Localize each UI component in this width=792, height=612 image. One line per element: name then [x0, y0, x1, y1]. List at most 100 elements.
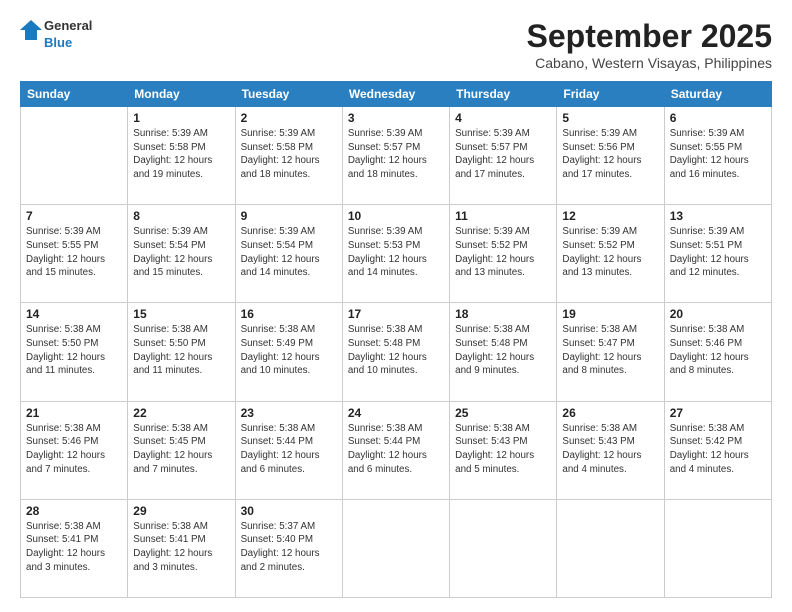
day-info: Sunrise: 5:39 AM Sunset: 5:54 PM Dayligh… — [241, 225, 337, 280]
day-info: Sunrise: 5:38 AM Sunset: 5:50 PM Dayligh… — [26, 323, 122, 378]
day-number: 26 — [562, 406, 658, 420]
day-info: Sunrise: 5:38 AM Sunset: 5:46 PM Dayligh… — [670, 323, 766, 378]
day-info: Sunrise: 5:39 AM Sunset: 5:51 PM Dayligh… — [670, 225, 766, 280]
day-cell — [557, 499, 664, 597]
day-info: Sunrise: 5:38 AM Sunset: 5:49 PM Dayligh… — [241, 323, 337, 378]
week-row-3: 14Sunrise: 5:38 AM Sunset: 5:50 PM Dayli… — [21, 303, 772, 401]
day-cell: 30 Sunrise: 5:37 AM Sunset: 5:40 PM Dayli… — [235, 499, 342, 597]
day-number: 3 — [348, 111, 444, 125]
day-info: Sunrise: 5:38 AM Sunset: 5:50 PM Dayligh… — [133, 323, 229, 378]
day-cell — [450, 499, 557, 597]
day-number: 2 — [241, 111, 337, 125]
col-header-saturday: Saturday — [664, 82, 771, 107]
day-cell — [21, 107, 128, 205]
day-cell: 12Sunrise: 5:39 AM Sunset: 5:52 PM Dayli… — [557, 205, 664, 303]
day-number: 16 — [241, 307, 337, 321]
day-cell: 21 Sunrise: 5:38 AM Sunset: 5:46 PM Dayli… — [21, 401, 128, 499]
day-cell: 16 Sunrise: 5:38 AM Sunset: 5:49 PM Dayli… — [235, 303, 342, 401]
day-number: 1 — [133, 111, 229, 125]
day-info: Sunrise: 5:39 AM Sunset: 5:53 PM Dayligh… — [348, 225, 444, 280]
day-cell: 28Sunrise: 5:38 AM Sunset: 5:41 PM Dayli… — [21, 499, 128, 597]
day-info: Sunrise: 5:38 AM Sunset: 5:48 PM Dayligh… — [455, 323, 551, 378]
day-number: 10 — [348, 209, 444, 223]
day-number: 30 — [241, 504, 337, 518]
day-info: Sunrise: 5:39 AM Sunset: 5:55 PM Dayligh… — [26, 225, 122, 280]
logo: General Blue — [20, 18, 92, 52]
col-header-tuesday: Tuesday — [235, 82, 342, 107]
day-cell: 22Sunrise: 5:38 AM Sunset: 5:45 PM Dayli… — [128, 401, 235, 499]
day-cell: 11 Sunrise: 5:39 AM Sunset: 5:52 PM Dayli… — [450, 205, 557, 303]
week-row-1: 1 Sunrise: 5:39 AM Sunset: 5:58 PM Daylig… — [21, 107, 772, 205]
day-info: Sunrise: 5:39 AM Sunset: 5:54 PM Dayligh… — [133, 225, 229, 280]
day-number: 23 — [241, 406, 337, 420]
day-cell — [342, 499, 449, 597]
calendar-header-row: SundayMondayTuesdayWednesdayThursdayFrid… — [21, 82, 772, 107]
day-cell: 1 Sunrise: 5:39 AM Sunset: 5:58 PM Daylig… — [128, 107, 235, 205]
day-number: 9 — [241, 209, 337, 223]
day-info: Sunrise: 5:38 AM Sunset: 5:44 PM Dayligh… — [348, 422, 444, 477]
day-info: Sunrise: 5:39 AM Sunset: 5:57 PM Dayligh… — [455, 127, 551, 182]
day-cell: 4 Sunrise: 5:39 AM Sunset: 5:57 PM Daylig… — [450, 107, 557, 205]
day-info: Sunrise: 5:38 AM Sunset: 5:45 PM Dayligh… — [133, 422, 229, 477]
location: Cabano, Western Visayas, Philippines — [527, 55, 772, 71]
day-cell: 10 Sunrise: 5:39 AM Sunset: 5:53 PM Dayli… — [342, 205, 449, 303]
day-number: 29 — [133, 504, 229, 518]
day-cell: 20 Sunrise: 5:38 AM Sunset: 5:46 PM Dayli… — [664, 303, 771, 401]
day-cell: 26 Sunrise: 5:38 AM Sunset: 5:43 PM Dayli… — [557, 401, 664, 499]
day-info: Sunrise: 5:38 AM Sunset: 5:44 PM Dayligh… — [241, 422, 337, 477]
col-header-sunday: Sunday — [21, 82, 128, 107]
week-row-5: 28Sunrise: 5:38 AM Sunset: 5:41 PM Dayli… — [21, 499, 772, 597]
day-cell: 9 Sunrise: 5:39 AM Sunset: 5:54 PM Daylig… — [235, 205, 342, 303]
day-cell: 2 Sunrise: 5:39 AM Sunset: 5:58 PM Daylig… — [235, 107, 342, 205]
day-cell: 8 Sunrise: 5:39 AM Sunset: 5:54 PM Daylig… — [128, 205, 235, 303]
day-cell: 17 Sunrise: 5:38 AM Sunset: 5:48 PM Dayli… — [342, 303, 449, 401]
day-cell: 24Sunrise: 5:38 AM Sunset: 5:44 PM Dayli… — [342, 401, 449, 499]
day-info: Sunrise: 5:38 AM Sunset: 5:42 PM Dayligh… — [670, 422, 766, 477]
day-cell: 7 Sunrise: 5:39 AM Sunset: 5:55 PM Daylig… — [21, 205, 128, 303]
day-info: Sunrise: 5:38 AM Sunset: 5:43 PM Dayligh… — [455, 422, 551, 477]
logo-general-text: General — [44, 18, 92, 35]
header: General Blue September 2025 Cabano, West… — [20, 18, 772, 71]
day-number: 8 — [133, 209, 229, 223]
day-info: Sunrise: 5:38 AM Sunset: 5:41 PM Dayligh… — [133, 520, 229, 575]
col-header-wednesday: Wednesday — [342, 82, 449, 107]
month-title: September 2025 — [527, 18, 772, 55]
col-header-monday: Monday — [128, 82, 235, 107]
day-number: 7 — [26, 209, 122, 223]
day-info: Sunrise: 5:38 AM Sunset: 5:43 PM Dayligh… — [562, 422, 658, 477]
day-info: Sunrise: 5:39 AM Sunset: 5:58 PM Dayligh… — [133, 127, 229, 182]
day-info: Sunrise: 5:39 AM Sunset: 5:58 PM Dayligh… — [241, 127, 337, 182]
day-cell: 13 Sunrise: 5:39 AM Sunset: 5:51 PM Dayli… — [664, 205, 771, 303]
day-info: Sunrise: 5:38 AM Sunset: 5:47 PM Dayligh… — [562, 323, 658, 378]
day-cell: 27Sunrise: 5:38 AM Sunset: 5:42 PM Dayli… — [664, 401, 771, 499]
col-header-friday: Friday — [557, 82, 664, 107]
day-cell: 25Sunrise: 5:38 AM Sunset: 5:43 PM Dayli… — [450, 401, 557, 499]
day-info: Sunrise: 5:39 AM Sunset: 5:52 PM Dayligh… — [455, 225, 551, 280]
day-info: Sunrise: 5:38 AM Sunset: 5:48 PM Dayligh… — [348, 323, 444, 378]
day-cell: 29 Sunrise: 5:38 AM Sunset: 5:41 PM Dayli… — [128, 499, 235, 597]
day-number: 21 — [26, 406, 122, 420]
week-row-4: 21 Sunrise: 5:38 AM Sunset: 5:46 PM Dayli… — [21, 401, 772, 499]
day-number: 20 — [670, 307, 766, 321]
day-cell: 14Sunrise: 5:38 AM Sunset: 5:50 PM Dayli… — [21, 303, 128, 401]
day-info: Sunrise: 5:39 AM Sunset: 5:52 PM Dayligh… — [562, 225, 658, 280]
day-number: 5 — [562, 111, 658, 125]
day-number: 11 — [455, 209, 551, 223]
day-cell: 19 Sunrise: 5:38 AM Sunset: 5:47 PM Dayli… — [557, 303, 664, 401]
day-cell: 23 Sunrise: 5:38 AM Sunset: 5:44 PM Dayli… — [235, 401, 342, 499]
calendar-table: SundayMondayTuesdayWednesdayThursdayFrid… — [20, 81, 772, 598]
day-info: Sunrise: 5:39 AM Sunset: 5:57 PM Dayligh… — [348, 127, 444, 182]
day-cell: 6Sunrise: 5:39 AM Sunset: 5:55 PM Daylig… — [664, 107, 771, 205]
col-header-thursday: Thursday — [450, 82, 557, 107]
day-number: 19 — [562, 307, 658, 321]
day-number: 13 — [670, 209, 766, 223]
day-cell: 5Sunrise: 5:39 AM Sunset: 5:56 PM Daylig… — [557, 107, 664, 205]
day-info: Sunrise: 5:37 AM Sunset: 5:40 PM Dayligh… — [241, 520, 337, 575]
day-info: Sunrise: 5:38 AM Sunset: 5:46 PM Dayligh… — [26, 422, 122, 477]
day-number: 4 — [455, 111, 551, 125]
day-cell: 18Sunrise: 5:38 AM Sunset: 5:48 PM Dayli… — [450, 303, 557, 401]
day-cell: 3 Sunrise: 5:39 AM Sunset: 5:57 PM Daylig… — [342, 107, 449, 205]
day-info: Sunrise: 5:39 AM Sunset: 5:55 PM Dayligh… — [670, 127, 766, 182]
day-info: Sunrise: 5:38 AM Sunset: 5:41 PM Dayligh… — [26, 520, 122, 575]
day-number: 17 — [348, 307, 444, 321]
